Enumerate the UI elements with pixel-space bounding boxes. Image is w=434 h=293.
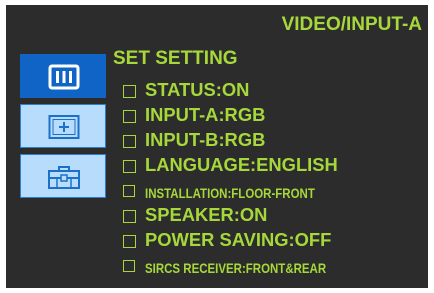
menu-title: SET SETTING	[113, 48, 238, 69]
setting-input-b[interactable]: INPUT-B:RGB	[123, 128, 426, 152]
status-label: STATUS:ON	[145, 80, 250, 100]
setting-power-saving[interactable]: POWER SAVING:OFF	[123, 228, 426, 252]
speaker-checkbox[interactable]	[123, 210, 136, 223]
sircs-receiver-checkbox[interactable]	[123, 260, 135, 272]
input-a-checkbox[interactable]	[123, 110, 136, 123]
input-a-label: INPUT-A:RGB	[145, 105, 266, 125]
plus-box-menu-tab[interactable]	[20, 104, 106, 148]
setting-installation[interactable]: INSTALLATION:FLOOR-FRONT	[123, 179, 426, 203]
power-saving-checkbox[interactable]	[123, 235, 136, 248]
language-checkbox[interactable]	[123, 160, 136, 173]
setting-speaker[interactable]: SPEAKER:ON	[123, 203, 426, 227]
speaker-label: SPEAKER:ON	[145, 205, 268, 225]
input-b-checkbox[interactable]	[123, 135, 136, 148]
sircs-receiver-label: SIRCS RECEIVER:FRONT&REAR	[145, 260, 327, 276]
bars-icon	[48, 64, 80, 90]
setting-status[interactable]: STATUS:ON	[123, 78, 426, 102]
language-label: LANGUAGE:ENGLISH	[145, 155, 338, 175]
input-b-label: INPUT-B:RGB	[145, 130, 266, 150]
installation-label: INSTALLATION:FLOOR-FRONT	[145, 185, 315, 201]
toolbox-icon	[48, 166, 80, 189]
bars-menu-tab[interactable]	[20, 54, 106, 98]
menu-icon-column	[20, 54, 106, 198]
installation-checkbox[interactable]	[123, 185, 135, 197]
setting-sircs-receiver[interactable]: SIRCS RECEIVER:FRONT&REAR	[123, 254, 426, 278]
source-title: VIDEO/INPUT-A	[281, 14, 422, 35]
setting-language[interactable]: LANGUAGE:ENGLISH	[123, 153, 426, 177]
osd-menu: VIDEO/INPUT-A SET SETTING STATUS:ON INPU…	[6, 5, 428, 288]
plus-box-icon	[48, 115, 80, 139]
toolbox-menu-tab[interactable]	[20, 154, 106, 198]
status-checkbox[interactable]	[123, 85, 136, 98]
power-saving-label: POWER SAVING:OFF	[145, 230, 332, 250]
settings-list: STATUS:ON INPUT-A:RGB INPUT-B:RGB LANGUA…	[123, 78, 426, 286]
setting-input-a[interactable]: INPUT-A:RGB	[123, 103, 426, 127]
